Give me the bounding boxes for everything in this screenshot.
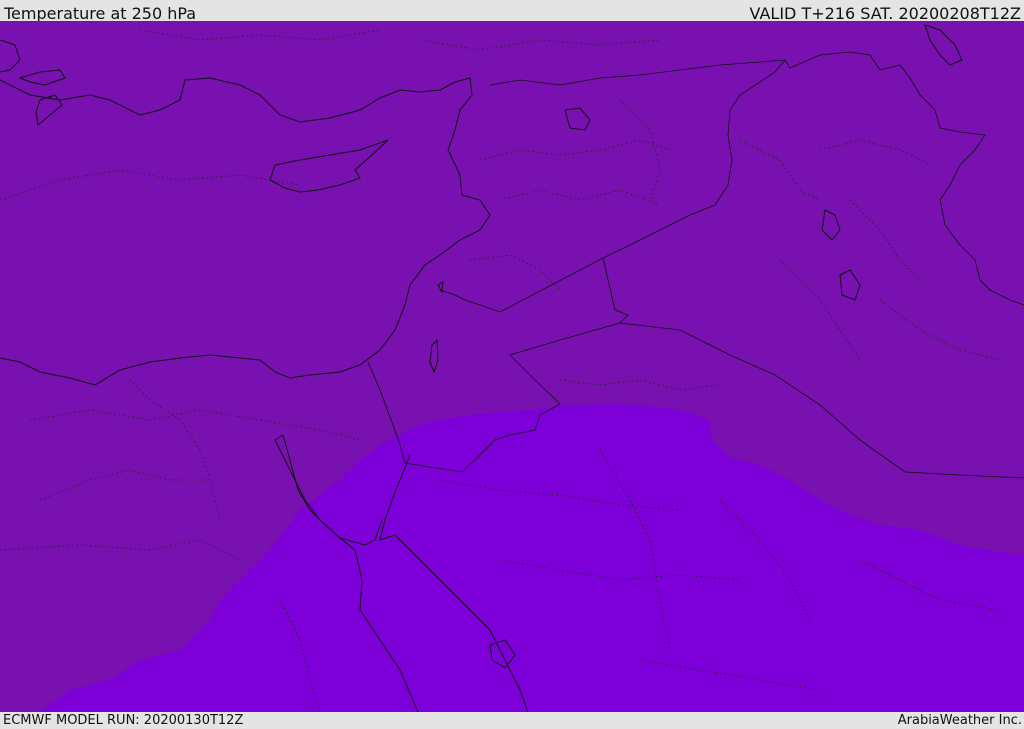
temperature-map (0, 21, 1024, 712)
credit-label: ArabiaWeather Inc. (897, 713, 1022, 728)
header-bar: Temperature at 250 hPa VALID T+216 SAT. … (0, 0, 1024, 23)
model-run-label: ECMWF MODEL RUN: 20200130T12Z (3, 713, 244, 728)
footer-bar: ECMWF MODEL RUN: 20200130T12Z ArabiaWeat… (0, 712, 1024, 729)
map-canvas (0, 21, 1024, 712)
